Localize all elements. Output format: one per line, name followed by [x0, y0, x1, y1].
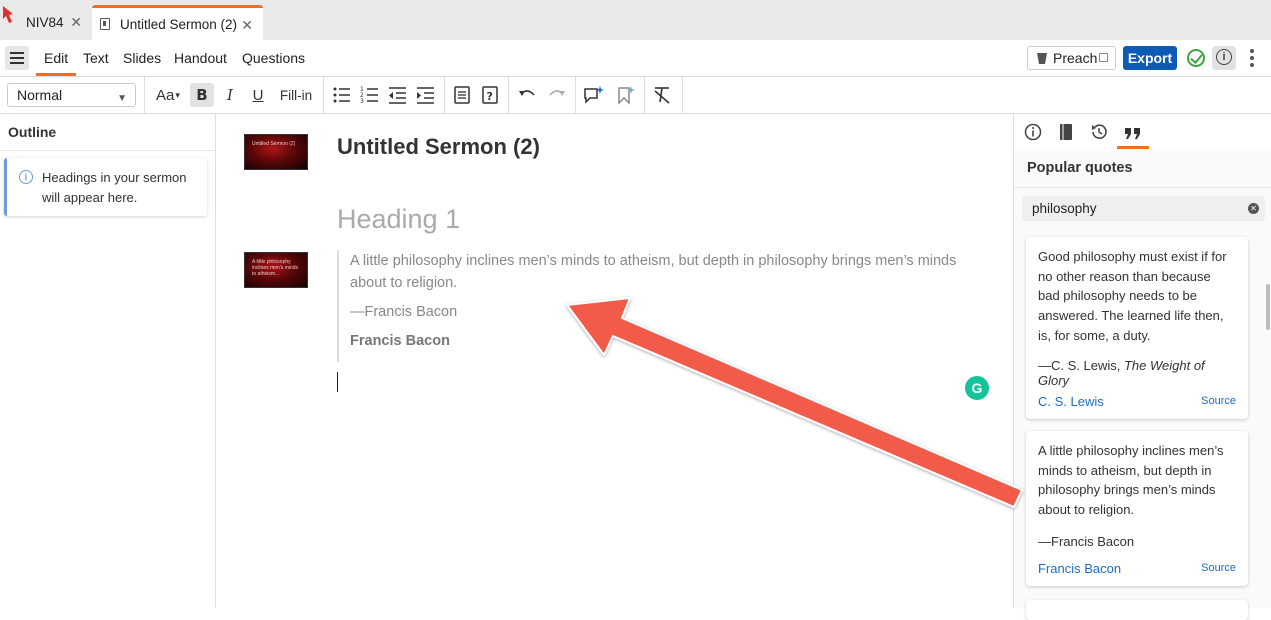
- quote-slide-thumbnail[interactable]: A little philosophy inclines men’s minds…: [244, 252, 308, 288]
- info-icon[interactable]: [1023, 122, 1043, 142]
- quote-card-text: A little philosophy inclines men’s minds…: [1038, 443, 1224, 518]
- check-circle-icon[interactable]: [1187, 49, 1205, 67]
- quote-card[interactable]: [1026, 600, 1248, 620]
- undo-icon[interactable]: [517, 83, 539, 107]
- pulpit-icon: [1037, 53, 1047, 64]
- close-icon[interactable]: ✕: [70, 14, 82, 31]
- quote-card-text: Good philosophy must exist if for no oth…: [1038, 249, 1227, 343]
- outline-note-text: Headings in your sermon will appear here…: [42, 170, 187, 205]
- tab-label: Untitled Sermon (2): [120, 16, 238, 32]
- svg-text:?: ?: [487, 90, 493, 103]
- quote-card-author-link[interactable]: C. S. Lewis: [1038, 394, 1104, 409]
- font-size-button[interactable]: Aa ▾: [153, 83, 183, 107]
- clear-format-icon[interactable]: [651, 83, 673, 107]
- question-icon[interactable]: ?: [480, 83, 500, 107]
- quote-card-attribution: —Francis Bacon: [1038, 533, 1135, 549]
- export-button[interactable]: Export: [1123, 46, 1177, 70]
- bullet-list-icon[interactable]: [331, 83, 353, 107]
- sermon-editor[interactable]: Untitled Sermon (2) Untitled Sermon (2) …: [216, 114, 1013, 608]
- resource-panel: Popular quotes philosophy ✕ Good philoso…: [1013, 114, 1271, 620]
- quote-author: Francis Bacon: [350, 333, 450, 349]
- info-icon: i: [19, 170, 33, 184]
- outdent-icon[interactable]: [387, 83, 409, 107]
- external-link-icon: [1099, 53, 1108, 62]
- block-icon[interactable]: [452, 83, 472, 107]
- search-value: philosophy: [1032, 201, 1097, 216]
- history-icon[interactable]: [1089, 122, 1109, 142]
- quote-card-source-link[interactable]: Source: [1201, 395, 1236, 407]
- quote-card-author-link[interactable]: Francis Bacon: [1038, 561, 1121, 576]
- format-toolbar: Normal ▼ Aa ▾ B I U Fill-in 123 ?: [0, 77, 1271, 114]
- popular-quotes-title: Popular quotes: [1027, 160, 1133, 176]
- bold-button[interactable]: B: [190, 83, 214, 107]
- sermon-title[interactable]: Untitled Sermon (2): [337, 134, 540, 160]
- preach-label: Preach: [1053, 50, 1098, 66]
- title-slide-thumbnail[interactable]: Untitled Sermon (2): [244, 134, 308, 170]
- heading-placeholder[interactable]: Heading 1: [337, 204, 460, 235]
- more-vert-icon[interactable]: [1248, 49, 1256, 69]
- menu-text[interactable]: Text: [83, 40, 109, 76]
- menu-icon[interactable]: [5, 46, 29, 70]
- paragraph-style-select[interactable]: Normal ▼: [7, 83, 136, 107]
- quotes-tab[interactable]: [1117, 120, 1149, 149]
- svg-text:3: 3: [360, 98, 364, 105]
- preach-button[interactable]: Preach: [1027, 46, 1116, 70]
- outline-empty-note: i Headings in your sermon will appear he…: [4, 158, 207, 216]
- quote-attribution: —Francis Bacon: [350, 304, 458, 320]
- grammarly-icon[interactable]: G: [965, 376, 989, 400]
- logos-icon: [3, 6, 13, 23]
- quote-card-source-link[interactable]: Source: [1201, 562, 1236, 574]
- chevron-down-icon: ▼: [117, 93, 127, 104]
- quote-card-attribution: —C. S. Lewis, The Weight of Glory: [1038, 357, 1205, 388]
- tab-untitled-sermon[interactable]: Untitled Sermon (2) ✕: [92, 5, 263, 40]
- thumbnail-text: A little philosophy inclines men’s minds…: [252, 259, 299, 277]
- font-size-icon: Aa: [156, 86, 175, 104]
- document-icon: [100, 18, 110, 30]
- menu-slides[interactable]: Slides: [123, 40, 161, 76]
- style-value: Normal: [17, 87, 63, 103]
- menu-handout[interactable]: Handout: [174, 40, 227, 76]
- tab-bar: NIV84 ✕ Untitled Sermon (2) ✕: [0, 0, 1271, 40]
- quote-text: A little philosophy inclines men’s minds…: [350, 253, 957, 291]
- bookmark-icon[interactable]: [614, 83, 636, 107]
- library-icon[interactable]: [1056, 122, 1076, 142]
- underline-button[interactable]: U: [246, 83, 270, 107]
- quote-card[interactable]: A little philosophy inclines men’s minds…: [1026, 431, 1248, 586]
- menu-edit[interactable]: Edit: [36, 40, 77, 76]
- quote-card[interactable]: Good philosophy must exist if for no oth…: [1026, 237, 1248, 419]
- redo-icon[interactable]: [545, 83, 567, 107]
- quote-search-input[interactable]: philosophy ✕: [1022, 196, 1265, 221]
- menu-questions[interactable]: Questions: [242, 40, 305, 76]
- info-icon[interactable]: [1212, 46, 1236, 70]
- thumbnail-text: Untitled Sermon (2): [252, 141, 296, 147]
- scrollbar-thumb[interactable]: [1266, 284, 1270, 330]
- close-icon[interactable]: ✕: [241, 17, 253, 34]
- clear-search-icon[interactable]: ✕: [1248, 203, 1259, 214]
- outline-panel: Outline i Headings in your sermon will a…: [0, 114, 216, 608]
- quote-icon: [1125, 128, 1140, 139]
- text-cursor: [337, 372, 338, 392]
- tab-niv84[interactable]: NIV84 ✕: [0, 5, 92, 40]
- panel-scrollbar[interactable]: [1265, 232, 1270, 608]
- comment-icon[interactable]: [582, 83, 604, 107]
- quote-block[interactable]: A little philosophy inclines men’s minds…: [337, 250, 992, 362]
- indent-icon[interactable]: [415, 83, 437, 107]
- panel-tabs: [1014, 114, 1271, 151]
- menu-bar: Edit Text Slides Handout Questions Preac…: [0, 40, 1271, 77]
- tab-label: NIV84: [26, 15, 64, 30]
- italic-button[interactable]: I: [218, 83, 242, 107]
- numbered-list-icon[interactable]: 123: [359, 83, 381, 107]
- fill-in-button[interactable]: Fill-in: [277, 83, 315, 107]
- outline-title: Outline: [8, 124, 57, 140]
